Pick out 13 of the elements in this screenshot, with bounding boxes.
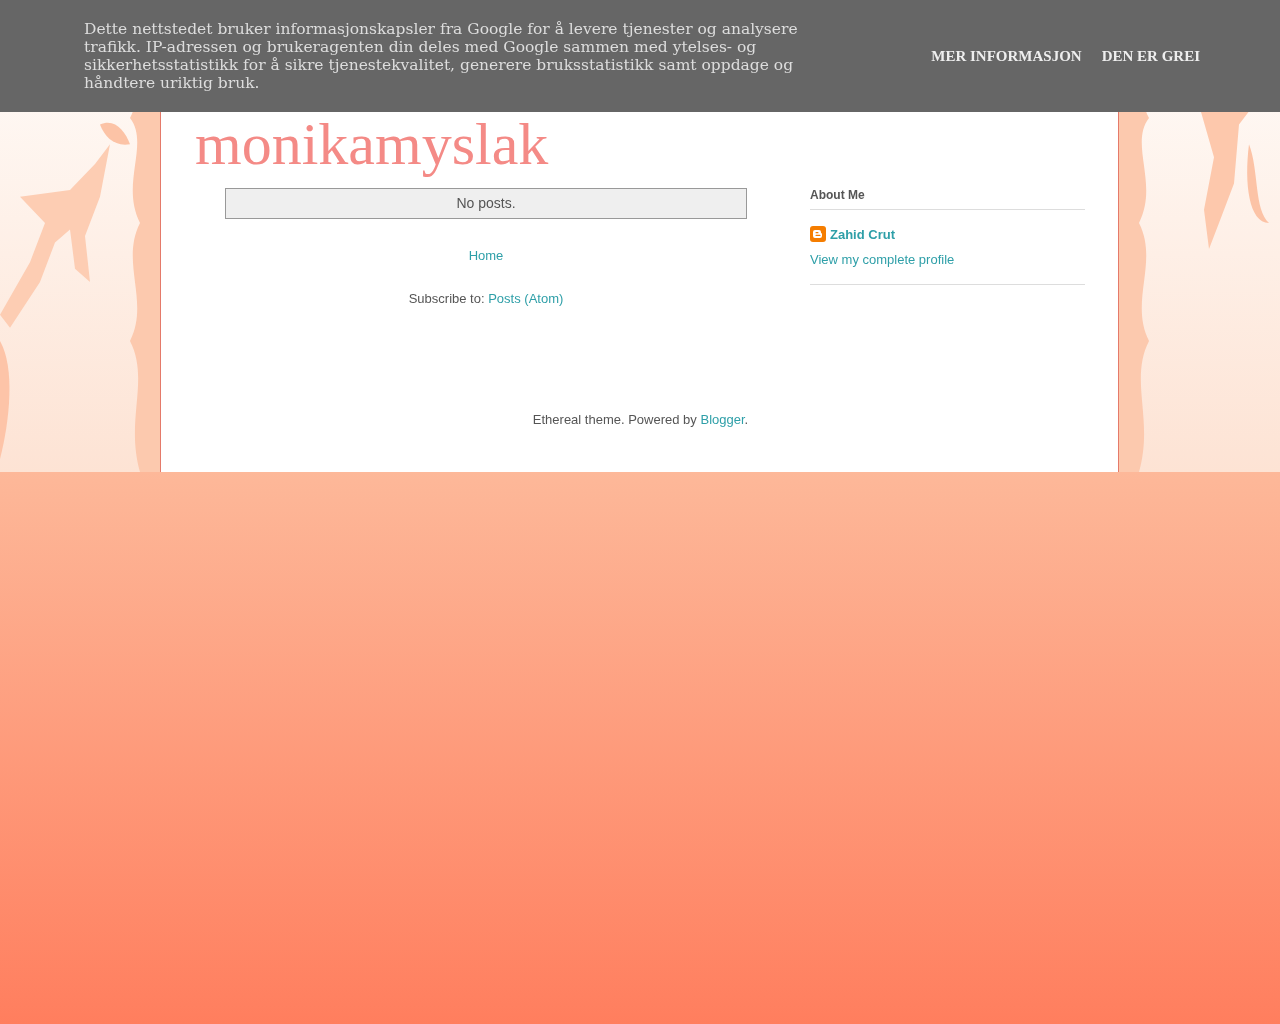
home-link[interactable]: Home (468, 248, 504, 263)
cookie-button[interactable]: DEN ER GREI (1101, 47, 1200, 65)
cookie-message: Dette nettstedet bruker informasjonskapsler fra Google for å levere tjenester og analysere trafikk. IP-adressen og brukeragenten din deles med Google sammen med ytelses- og sikkerhetsstatistikk for å sikre tjenestekvalitet, generere bruksstatistikk samt oppdage og håndtere uriktig bruk. (84, 20, 799, 92)
widget-heading: About Me (810, 188, 1085, 210)
blogger-icon (810, 226, 826, 242)
profile-name-link[interactable]: Zahid Crut (830, 226, 895, 242)
footer-text: Ethereal theme. Powered by Blogger. (531, 412, 750, 427)
empty-posts-message: No posts. (225, 188, 747, 219)
posts-atom-link[interactable]: Posts (Atom) (488, 291, 564, 306)
cookie-button[interactable]: MER INFORMASJON (931, 47, 1082, 65)
blogger-link[interactable]: Blogger (700, 412, 745, 427)
subscribe-text: Subscribe to: Posts (Atom) (408, 291, 564, 306)
view-profile-link[interactable]: View my complete profile (810, 252, 955, 267)
